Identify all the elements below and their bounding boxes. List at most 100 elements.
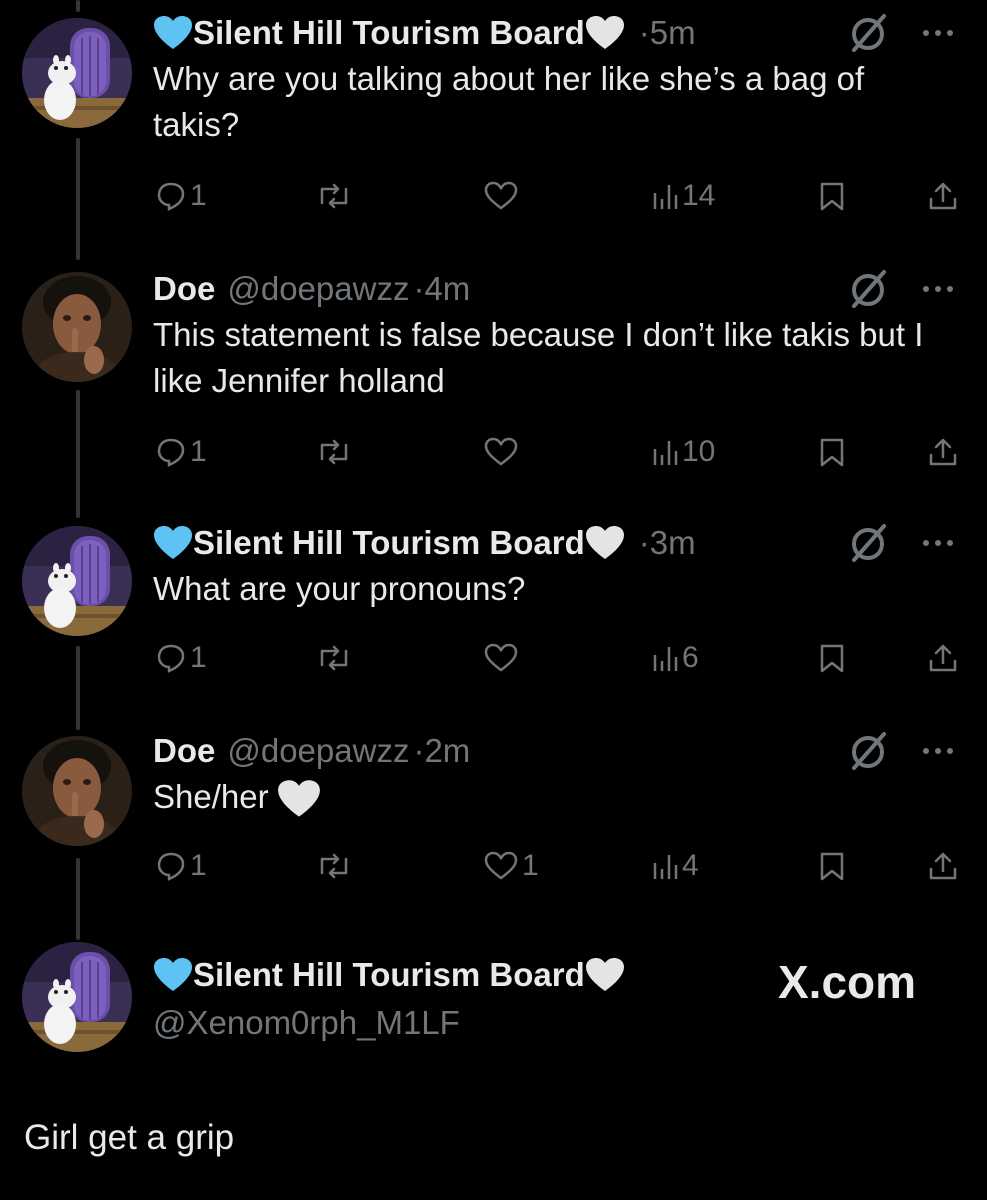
avatar[interactable] [22,18,132,128]
bookmark-icon [820,644,844,673]
share-button[interactable] [928,432,958,472]
like-button[interactable] [484,432,518,472]
reply-button[interactable]: 1 [156,846,207,886]
tweet-text-row: She/her [153,774,953,820]
repost-button[interactable] [316,176,352,216]
reply-icon [157,644,185,673]
avatar[interactable] [22,272,132,382]
display-name[interactable]: Silent Hill Tourism Board [193,956,585,994]
main-tweet-text: Girl get a grip [24,1118,235,1157]
like-button[interactable]: 1 [484,846,539,886]
view-count: 14 [682,179,716,212]
grok-icon[interactable] [846,12,890,56]
tweet-actions: 1 10 [0,432,987,472]
bookmark-button[interactable] [818,432,846,472]
user-handle[interactable]: @doepawzz [227,270,409,308]
bookmark-button[interactable] [818,846,846,886]
timestamp[interactable]: 4m [424,270,470,308]
more-options-icon[interactable] [918,736,958,766]
grok-icon[interactable] [846,268,890,312]
tweet-actions: 1 14 [0,176,987,216]
white-heart-icon [585,957,625,993]
grok-icon[interactable] [846,522,890,566]
tweet-header: Silent Hill Tourism Board [153,952,625,998]
share-button[interactable] [928,846,958,886]
reply-icon [157,182,185,211]
more-options-icon[interactable] [918,274,958,304]
tweet-header: Doe @doepawzz · 2m [153,728,470,774]
blue-heart-icon [153,957,193,993]
repost-icon [320,183,348,209]
like-count: 1 [522,849,539,882]
like-button[interactable] [484,638,518,678]
timestamp[interactable]: 3m [650,524,696,562]
display-name[interactable]: Silent Hill Tourism Board [193,524,585,562]
view-count: 4 [682,849,699,882]
tweet-header: Doe @doepawzz · 4m [153,266,470,312]
repost-icon [320,853,348,879]
views-button[interactable]: 10 [652,432,715,472]
reply-button[interactable]: 1 [156,638,207,678]
like-icon [484,437,518,466]
display-name[interactable]: Doe [153,270,215,308]
repost-button[interactable] [316,432,352,472]
share-icon [929,644,957,672]
timestamp[interactable]: 5m [650,14,696,52]
tweet-text: Why are you talking about her like she’s… [153,60,865,143]
repost-icon [320,645,348,671]
repost-button[interactable] [316,846,352,886]
separator-dot: · [413,732,425,769]
repost-icon [320,439,348,465]
watermark-text: X.com [778,956,917,1008]
separator-dot: · [413,270,425,307]
views-button[interactable]: 4 [652,846,699,886]
views-icon [653,185,678,209]
share-button[interactable] [928,638,958,678]
like-button[interactable] [484,176,518,216]
share-icon [929,182,957,210]
repost-button[interactable] [316,638,352,678]
reply-button[interactable]: 1 [156,432,207,472]
grok-icon[interactable] [846,730,890,774]
display-name[interactable]: Doe [153,732,215,770]
tweet-text: What are your pronouns? [153,570,526,607]
share-icon [929,438,957,466]
tweet-header: Silent Hill Tourism Board · 3m [153,520,696,566]
timestamp[interactable]: 2m [424,732,470,770]
bookmark-icon [820,438,844,467]
like-icon [484,851,518,880]
like-icon [484,181,518,210]
tweet-actions: 1 6 [0,638,987,678]
share-icon [929,852,957,880]
separator-dot: · [638,524,650,561]
more-options-icon[interactable] [918,18,958,48]
views-button[interactable]: 6 [652,638,699,678]
x-watermark: X.com [778,955,916,1009]
views-button[interactable]: 14 [652,176,715,216]
bookmark-button[interactable] [818,638,846,678]
share-button[interactable] [928,176,958,216]
avatar[interactable] [22,942,132,1052]
reply-icon [157,852,185,881]
white-heart-icon [585,525,625,561]
white-heart-icon [277,779,321,819]
white-heart-icon [585,15,625,51]
avatar[interactable] [22,736,132,846]
view-count: 6 [682,641,699,674]
more-options-icon[interactable] [918,528,958,558]
avatar[interactable] [22,526,132,636]
display-name[interactable]: Silent Hill Tourism Board [193,14,585,52]
reply-icon [157,438,185,467]
bookmark-button[interactable] [818,176,846,216]
views-icon [653,441,678,465]
thread-line [76,0,80,12]
bookmark-icon [820,182,844,211]
tweet-actions: 1 1 4 [0,846,987,886]
views-icon [653,855,678,879]
blue-heart-icon [153,525,193,561]
user-handle[interactable]: @doepawzz [227,732,409,770]
reply-button[interactable]: 1 [156,176,207,216]
tweet-text: This statement is false because I don’t … [153,316,924,399]
reply-count: 1 [190,179,207,212]
reply-count: 1 [190,849,207,882]
